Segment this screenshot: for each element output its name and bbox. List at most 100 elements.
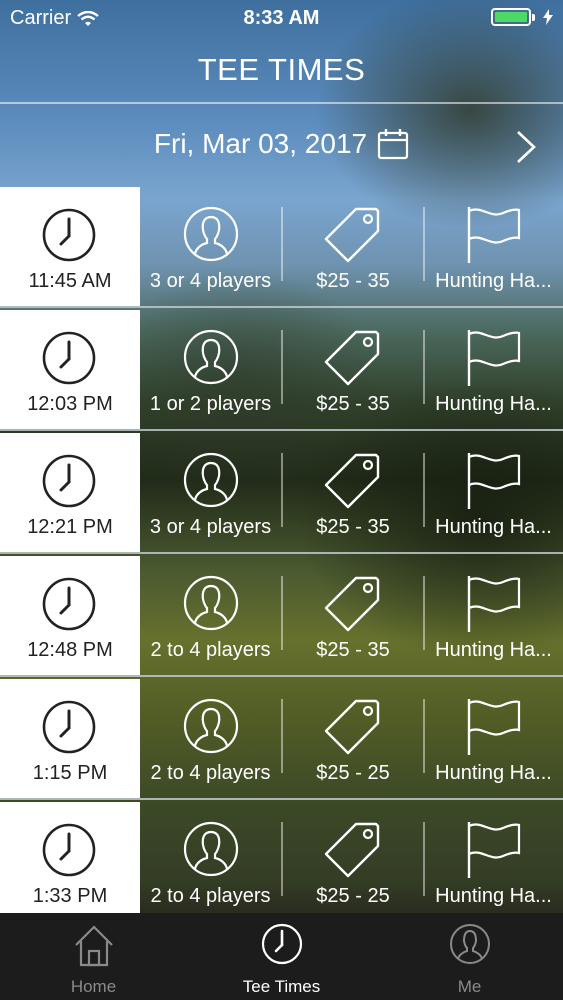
tee-time-row[interactable]: 11:45 AM 3 or 4 players $25 - 35 Hunting… (0, 187, 563, 308)
course-name: Hunting Ha... (435, 885, 552, 907)
price-text: $25 - 35 (316, 393, 390, 415)
course-cell: Hunting Ha... (424, 310, 563, 429)
players-text: 2 to 4 players (150, 639, 271, 661)
price-cell: $25 - 25 (283, 679, 423, 798)
tee-time-row[interactable]: 12:48 PM 2 to 4 players $25 - 35 Hunting… (0, 556, 563, 677)
clock-icon (42, 700, 96, 754)
course-cell: Hunting Ha... (424, 679, 563, 798)
course-name: Hunting Ha... (435, 762, 552, 784)
price-cell: $25 - 35 (283, 310, 423, 429)
tab-label: Me (457, 977, 482, 996)
battery-group (491, 8, 553, 26)
chevron-right-icon[interactable] (515, 130, 537, 164)
price-tag-icon (324, 822, 380, 878)
course-cell: Hunting Ha... (424, 556, 563, 675)
price-cell: $25 - 35 (283, 433, 423, 552)
tee-time: 12:21 PM (27, 516, 113, 538)
date-picker[interactable]: Fri, Mar 03, 2017 (0, 128, 563, 160)
players-text: 1 or 2 players (149, 393, 272, 415)
time-cell: 12:03 PM (0, 310, 140, 429)
price-tag-icon (324, 576, 380, 632)
tab-home[interactable]: Home (0, 913, 187, 1000)
time-cell: 1:15 PM (0, 679, 140, 798)
players-cell: 2 to 4 players (140, 802, 281, 913)
price-tag-icon (324, 699, 380, 755)
price-text: $25 - 35 (316, 516, 390, 538)
calendar-icon[interactable] (377, 128, 409, 160)
players-cell: 3 or 4 players (140, 187, 281, 306)
players-cell: 1 or 2 players (140, 310, 281, 429)
home-icon (74, 925, 113, 967)
person-icon (183, 821, 238, 877)
flag-icon (467, 822, 520, 878)
tab-label: Home (70, 977, 117, 996)
price-cell: $25 - 25 (283, 802, 423, 913)
tab-bar: Home Tee Times Me (0, 913, 563, 1000)
clock-icon (42, 823, 96, 877)
players-text: 3 or 4 players (149, 516, 272, 538)
course-cell: Hunting Ha... (424, 187, 563, 306)
course-name: Hunting Ha... (435, 639, 552, 661)
flag-icon (467, 576, 520, 632)
clock-icon (42, 208, 96, 262)
tee-time-row[interactable]: 1:33 PM 2 to 4 players $25 - 25 Hunting … (0, 802, 563, 913)
players-text: 3 or 4 players (149, 270, 272, 292)
tee-time-list: 11:45 AM 3 or 4 players $25 - 35 Hunting… (0, 187, 563, 913)
players-cell: 2 to 4 players (140, 679, 281, 798)
tab-label: Tee Times (242, 977, 321, 996)
tee-time: 12:03 PM (27, 393, 113, 415)
time-cell: 11:45 AM (0, 187, 140, 306)
clock-icon (42, 331, 96, 385)
course-name: Hunting Ha... (435, 393, 552, 415)
person-icon (183, 698, 238, 754)
flag-icon (467, 453, 520, 509)
person-icon (183, 329, 238, 385)
tab-tee-times[interactable]: Tee Times (188, 913, 375, 1000)
players-cell: 3 or 4 players (140, 433, 281, 552)
status-bar: Carrier 8:33 AM (0, 0, 563, 38)
price-tag-icon (324, 453, 380, 509)
time-cell: 12:21 PM (0, 433, 140, 552)
course-cell: Hunting Ha... (424, 433, 563, 552)
tee-time-row[interactable]: 12:03 PM 1 or 2 players $25 - 35 Hunting… (0, 310, 563, 431)
course-cell: Hunting Ha... (424, 802, 563, 913)
price-text: $25 - 35 (316, 270, 390, 292)
course-name: Hunting Ha... (435, 270, 552, 292)
person-icon (183, 575, 238, 631)
course-name: Hunting Ha... (435, 516, 552, 538)
clock-icon (261, 923, 302, 965)
person-icon (183, 452, 238, 508)
page-title: TEE TIMES (197, 52, 366, 87)
selected-date: Fri, Mar 03, 2017 (153, 128, 368, 159)
price-tag-icon (324, 330, 380, 386)
price-text: $25 - 25 (316, 885, 390, 907)
tee-time-row[interactable]: 12:21 PM 3 or 4 players $25 - 35 Hunting… (0, 433, 563, 554)
time-cell: 1:33 PM (0, 802, 140, 913)
tee-time-row[interactable]: 1:15 PM 2 to 4 players $25 - 25 Hunting … (0, 679, 563, 800)
players-text: 2 to 4 players (150, 885, 271, 907)
battery-icon (491, 8, 535, 26)
tee-time: 11:45 AM (28, 270, 112, 292)
date-selector: Fri, Mar 03, 2017 (0, 106, 563, 186)
page-header: TEE TIMES (0, 38, 563, 104)
price-cell: $25 - 35 (283, 187, 423, 306)
clock-icon (42, 577, 96, 631)
clock-icon (42, 454, 96, 508)
price-cell: $25 - 35 (283, 556, 423, 675)
price-text: $25 - 25 (316, 762, 390, 784)
tee-time: 12:48 PM (27, 639, 113, 661)
time-cell: 12:48 PM (0, 556, 140, 675)
person-icon (449, 924, 490, 964)
tab-me[interactable]: Me (376, 913, 563, 1000)
flag-icon (467, 207, 520, 263)
tee-time: 1:33 PM (32, 885, 108, 907)
price-text: $25 - 35 (316, 639, 390, 661)
price-tag-icon (324, 207, 380, 263)
status-time: 8:33 AM (243, 7, 320, 29)
flag-icon (467, 699, 520, 755)
person-icon (183, 206, 238, 262)
players-text: 2 to 4 players (150, 762, 271, 784)
charging-icon (543, 9, 553, 25)
flag-icon (467, 330, 520, 386)
players-cell: 2 to 4 players (140, 556, 281, 675)
